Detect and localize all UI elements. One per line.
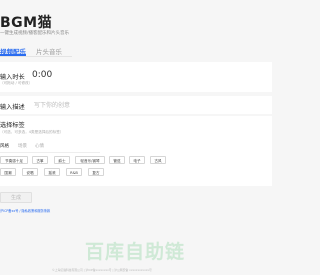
tag-chip[interactable]: 轻音乐/钢琴 — [75, 156, 105, 164]
tag-chip[interactable]: 电子 — [129, 156, 145, 164]
tag-chip[interactable]: 管弦 — [109, 156, 125, 164]
slogan: 一键生成视频/播客配乐和片头音乐 — [0, 31, 70, 36]
tag-chip[interactable]: 古风 — [150, 156, 166, 164]
beian-link[interactable]: 沪ICP备xx号 / 隐私政策和服务条款 — [0, 208, 50, 213]
tag-category-divider — [0, 152, 100, 153]
description-label: 输入描述 — [0, 104, 25, 111]
tag-chip[interactable]: 复古 — [88, 168, 104, 176]
brand-logo: BGM猫 — [0, 15, 53, 31]
duration-value[interactable]: 0:00 — [32, 70, 52, 80]
tags-label: 选择标签 — [0, 122, 25, 129]
tag-chip[interactable]: R&B — [66, 168, 82, 176]
description-input[interactable] — [34, 100, 264, 110]
generate-button[interactable]: 生成 — [0, 192, 32, 203]
tag-chip[interactable]: 说唱 — [22, 168, 38, 176]
duration-sublabel: （可拖动 / 可修改） — [0, 81, 33, 85]
tag-chip[interactable]: 国潮 — [0, 168, 16, 176]
tab-intro-music[interactable]: 片头音乐 — [36, 46, 62, 56]
tags-sublabel: （可选，可多选，4类是选择后的标签） — [0, 130, 64, 134]
footer-text: ©上海幻猫科技有限公司 | 沪ICP备xxxxxxxx号 | 沪公网安备 xxx… — [52, 268, 152, 272]
tabs-divider — [0, 56, 72, 57]
tag-chip[interactable]: 摇滚 — [44, 168, 60, 176]
watermark: 百库自助链 — [85, 241, 186, 263]
tags-card — [0, 116, 272, 186]
tag-chip[interactable]: 爵士 — [54, 156, 70, 164]
tag-chip[interactable]: 古筝 — [32, 156, 48, 164]
tag-chip[interactable]: 节奏感十足 — [0, 156, 28, 164]
tag-category-style[interactable]: 风格 — [0, 143, 9, 149]
tag-category-scene[interactable]: 场景 — [18, 143, 27, 149]
tag-category-mood[interactable]: 心情 — [35, 143, 44, 149]
duration-label: 输入时长 — [0, 74, 25, 81]
tab-active-indicator — [0, 54, 26, 56]
